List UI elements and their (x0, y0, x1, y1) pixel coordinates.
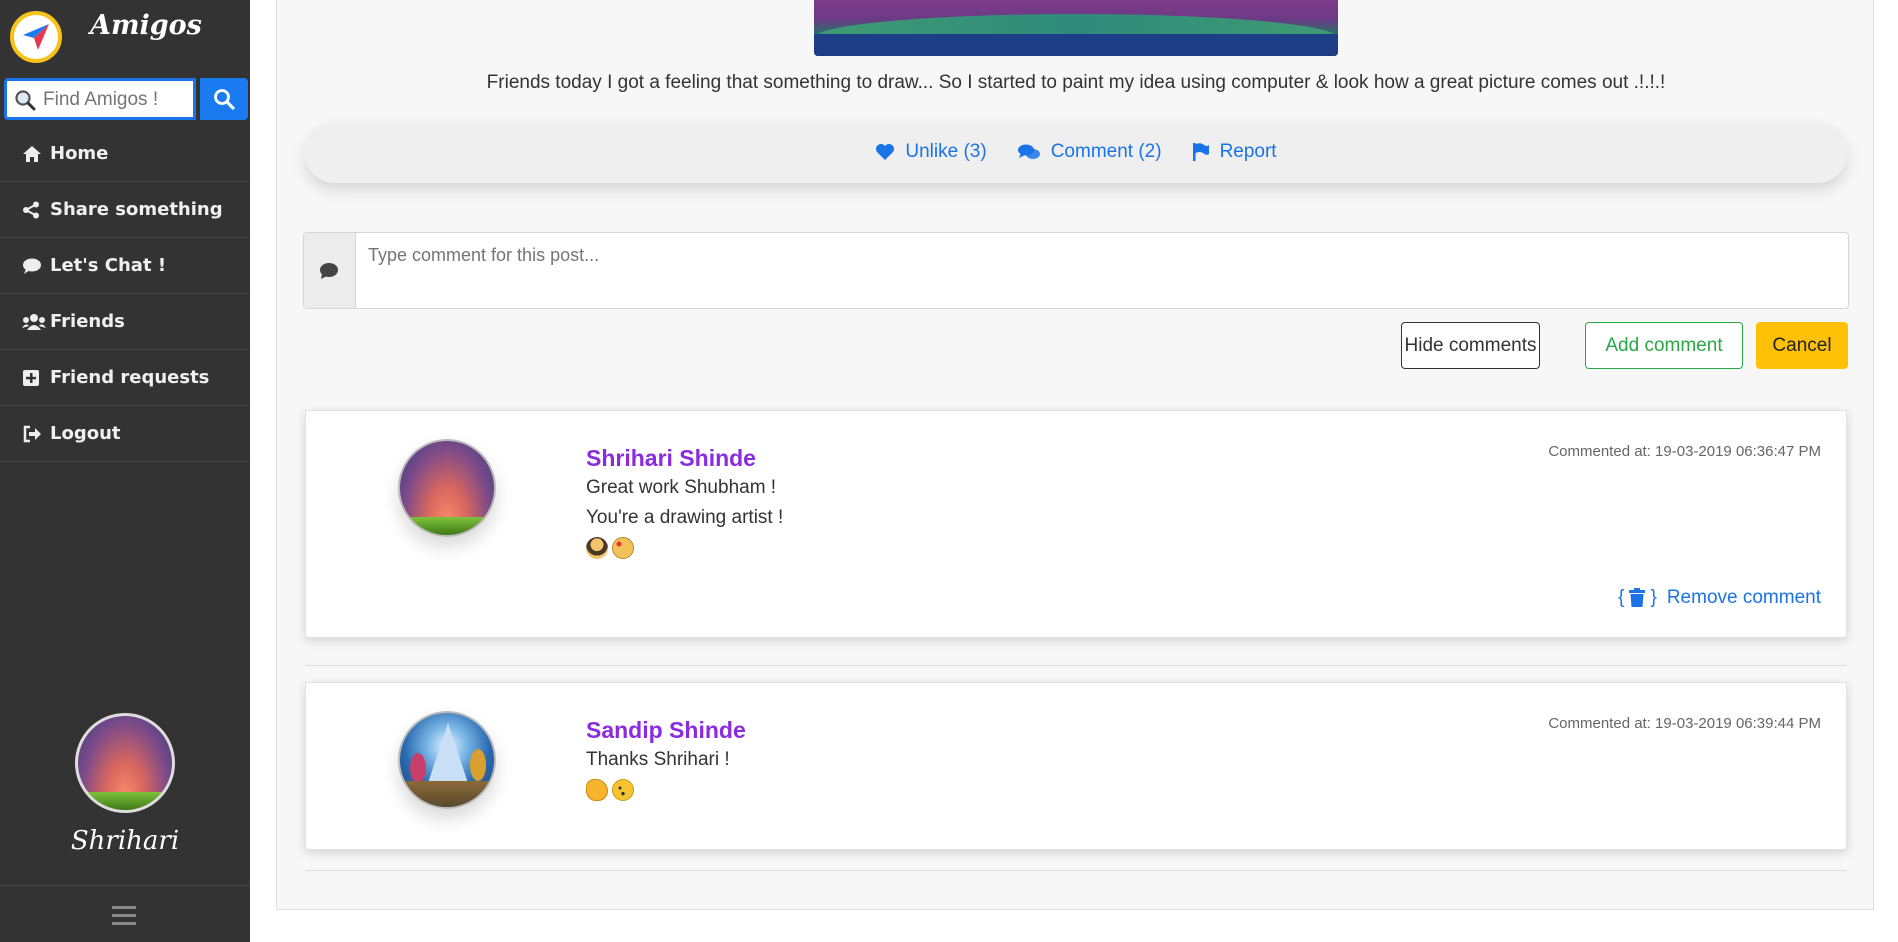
cancel-button[interactable]: Cancel (1756, 322, 1848, 369)
artist-emoji (586, 537, 608, 559)
share-icon (22, 201, 48, 219)
sidebar-item-chat[interactable]: Let's Chat ! (0, 238, 250, 294)
comment-divider (305, 665, 1847, 666)
sidebar: Amigos Home Share some (0, 0, 250, 942)
remove-prefix: { (1618, 587, 1625, 608)
comments-icon (1017, 144, 1040, 159)
post-actions-bar: Unlike (3) Comment (2) Report (304, 121, 1848, 183)
sidebar-item-label: Friends (50, 311, 125, 332)
add-comment-button[interactable]: Add comment (1585, 322, 1743, 369)
commenter-avatar[interactable] (398, 711, 496, 809)
sidebar-nav: Home Share something Let's Chat ! Friend… (0, 126, 250, 462)
sidebar-item-share[interactable]: Share something (0, 182, 250, 238)
users-icon (22, 313, 48, 331)
sidebar-item-home[interactable]: Home (0, 126, 250, 182)
remove-comment-label: Remove comment (1666, 587, 1821, 608)
report-button[interactable]: Report (1192, 141, 1277, 163)
comment-input-group (303, 232, 1849, 309)
unlike-label: Unlike (3) (905, 141, 987, 162)
comment-prefix (304, 233, 356, 308)
post-caption: Friends today I got a feeling that somet… (486, 72, 1666, 93)
palette-emoji (612, 537, 634, 559)
trash-icon (1629, 588, 1646, 607)
sidebar-footer (0, 885, 250, 942)
comment-emojis (586, 537, 634, 559)
comment-text: Thanks Shrihari ! (586, 749, 730, 770)
chat-icon (22, 257, 48, 275)
search-input[interactable] (43, 87, 193, 113)
comment-timestamp: Commented at: 19-03-2019 06:39:44 PM (1548, 715, 1821, 732)
hide-comments-button[interactable]: Hide comments (1401, 322, 1540, 369)
comment-button[interactable]: Comment (2) (1017, 141, 1162, 163)
post-panel: Friends today I got a feeling that somet… (276, 0, 1874, 910)
comment-card: Sandip Shinde Commented at: 19-03-2019 0… (305, 682, 1847, 850)
comment-timestamp: Commented at: 19-03-2019 06:36:47 PM (1548, 443, 1821, 460)
search-field[interactable] (4, 78, 196, 120)
comment-text: Great work Shubham ! (586, 477, 777, 498)
comment-card: Shrihari Shinde Commented at: 19-03-2019… (305, 410, 1847, 638)
sidebar-item-label: Let's Chat ! (50, 255, 167, 276)
flag-icon (1192, 143, 1209, 161)
search-button[interactable] (200, 78, 248, 120)
sidebar-item-friend-requests[interactable]: Friend requests (0, 350, 250, 406)
search-bar (4, 78, 248, 120)
post-image[interactable] (814, 0, 1338, 56)
sidebar-item-label: Logout (50, 423, 121, 444)
unlike-button[interactable]: Unlike (3) (875, 141, 987, 163)
heart-icon (876, 144, 895, 160)
plus-square-icon (22, 369, 48, 387)
remove-comment-button[interactable]: { } Remove comment (1618, 587, 1821, 609)
clapping-hands-emoji (586, 779, 608, 801)
brand-name: Amigos (90, 10, 202, 41)
sidebar-item-label: Share something (50, 199, 223, 220)
sidebar-item-label: Friend requests (50, 367, 210, 388)
comment-text: You're a drawing artist ! (586, 507, 784, 528)
commenter-name[interactable]: Sandip Shinde (586, 717, 746, 744)
hamburger-menu-icon[interactable] (112, 906, 136, 930)
sidebar-item-logout[interactable]: Logout (0, 406, 250, 462)
comment-divider (305, 870, 1847, 871)
home-icon (22, 145, 48, 163)
user-avatar[interactable] (75, 713, 175, 813)
winking-face-emoji (612, 779, 634, 801)
commenter-name[interactable]: Shrihari Shinde (586, 445, 756, 472)
comment-textarea[interactable] (368, 245, 1828, 297)
chat-bubble-icon (320, 263, 338, 279)
logo-paper-plane-icon (10, 11, 62, 63)
remove-suffix: } (1650, 587, 1657, 608)
comment-emojis (586, 779, 634, 801)
report-label: Report (1219, 141, 1277, 162)
commenter-avatar[interactable] (398, 439, 496, 537)
magnifier-icon (15, 90, 36, 111)
user-name: Shrihari (70, 826, 180, 856)
sign-out-icon (22, 425, 48, 443)
brand[interactable]: Amigos (0, 0, 250, 73)
search-icon (214, 89, 235, 110)
sidebar-item-label: Home (50, 143, 109, 164)
sidebar-item-friends[interactable]: Friends (0, 294, 250, 350)
comment-label: Comment (2) (1050, 141, 1162, 162)
